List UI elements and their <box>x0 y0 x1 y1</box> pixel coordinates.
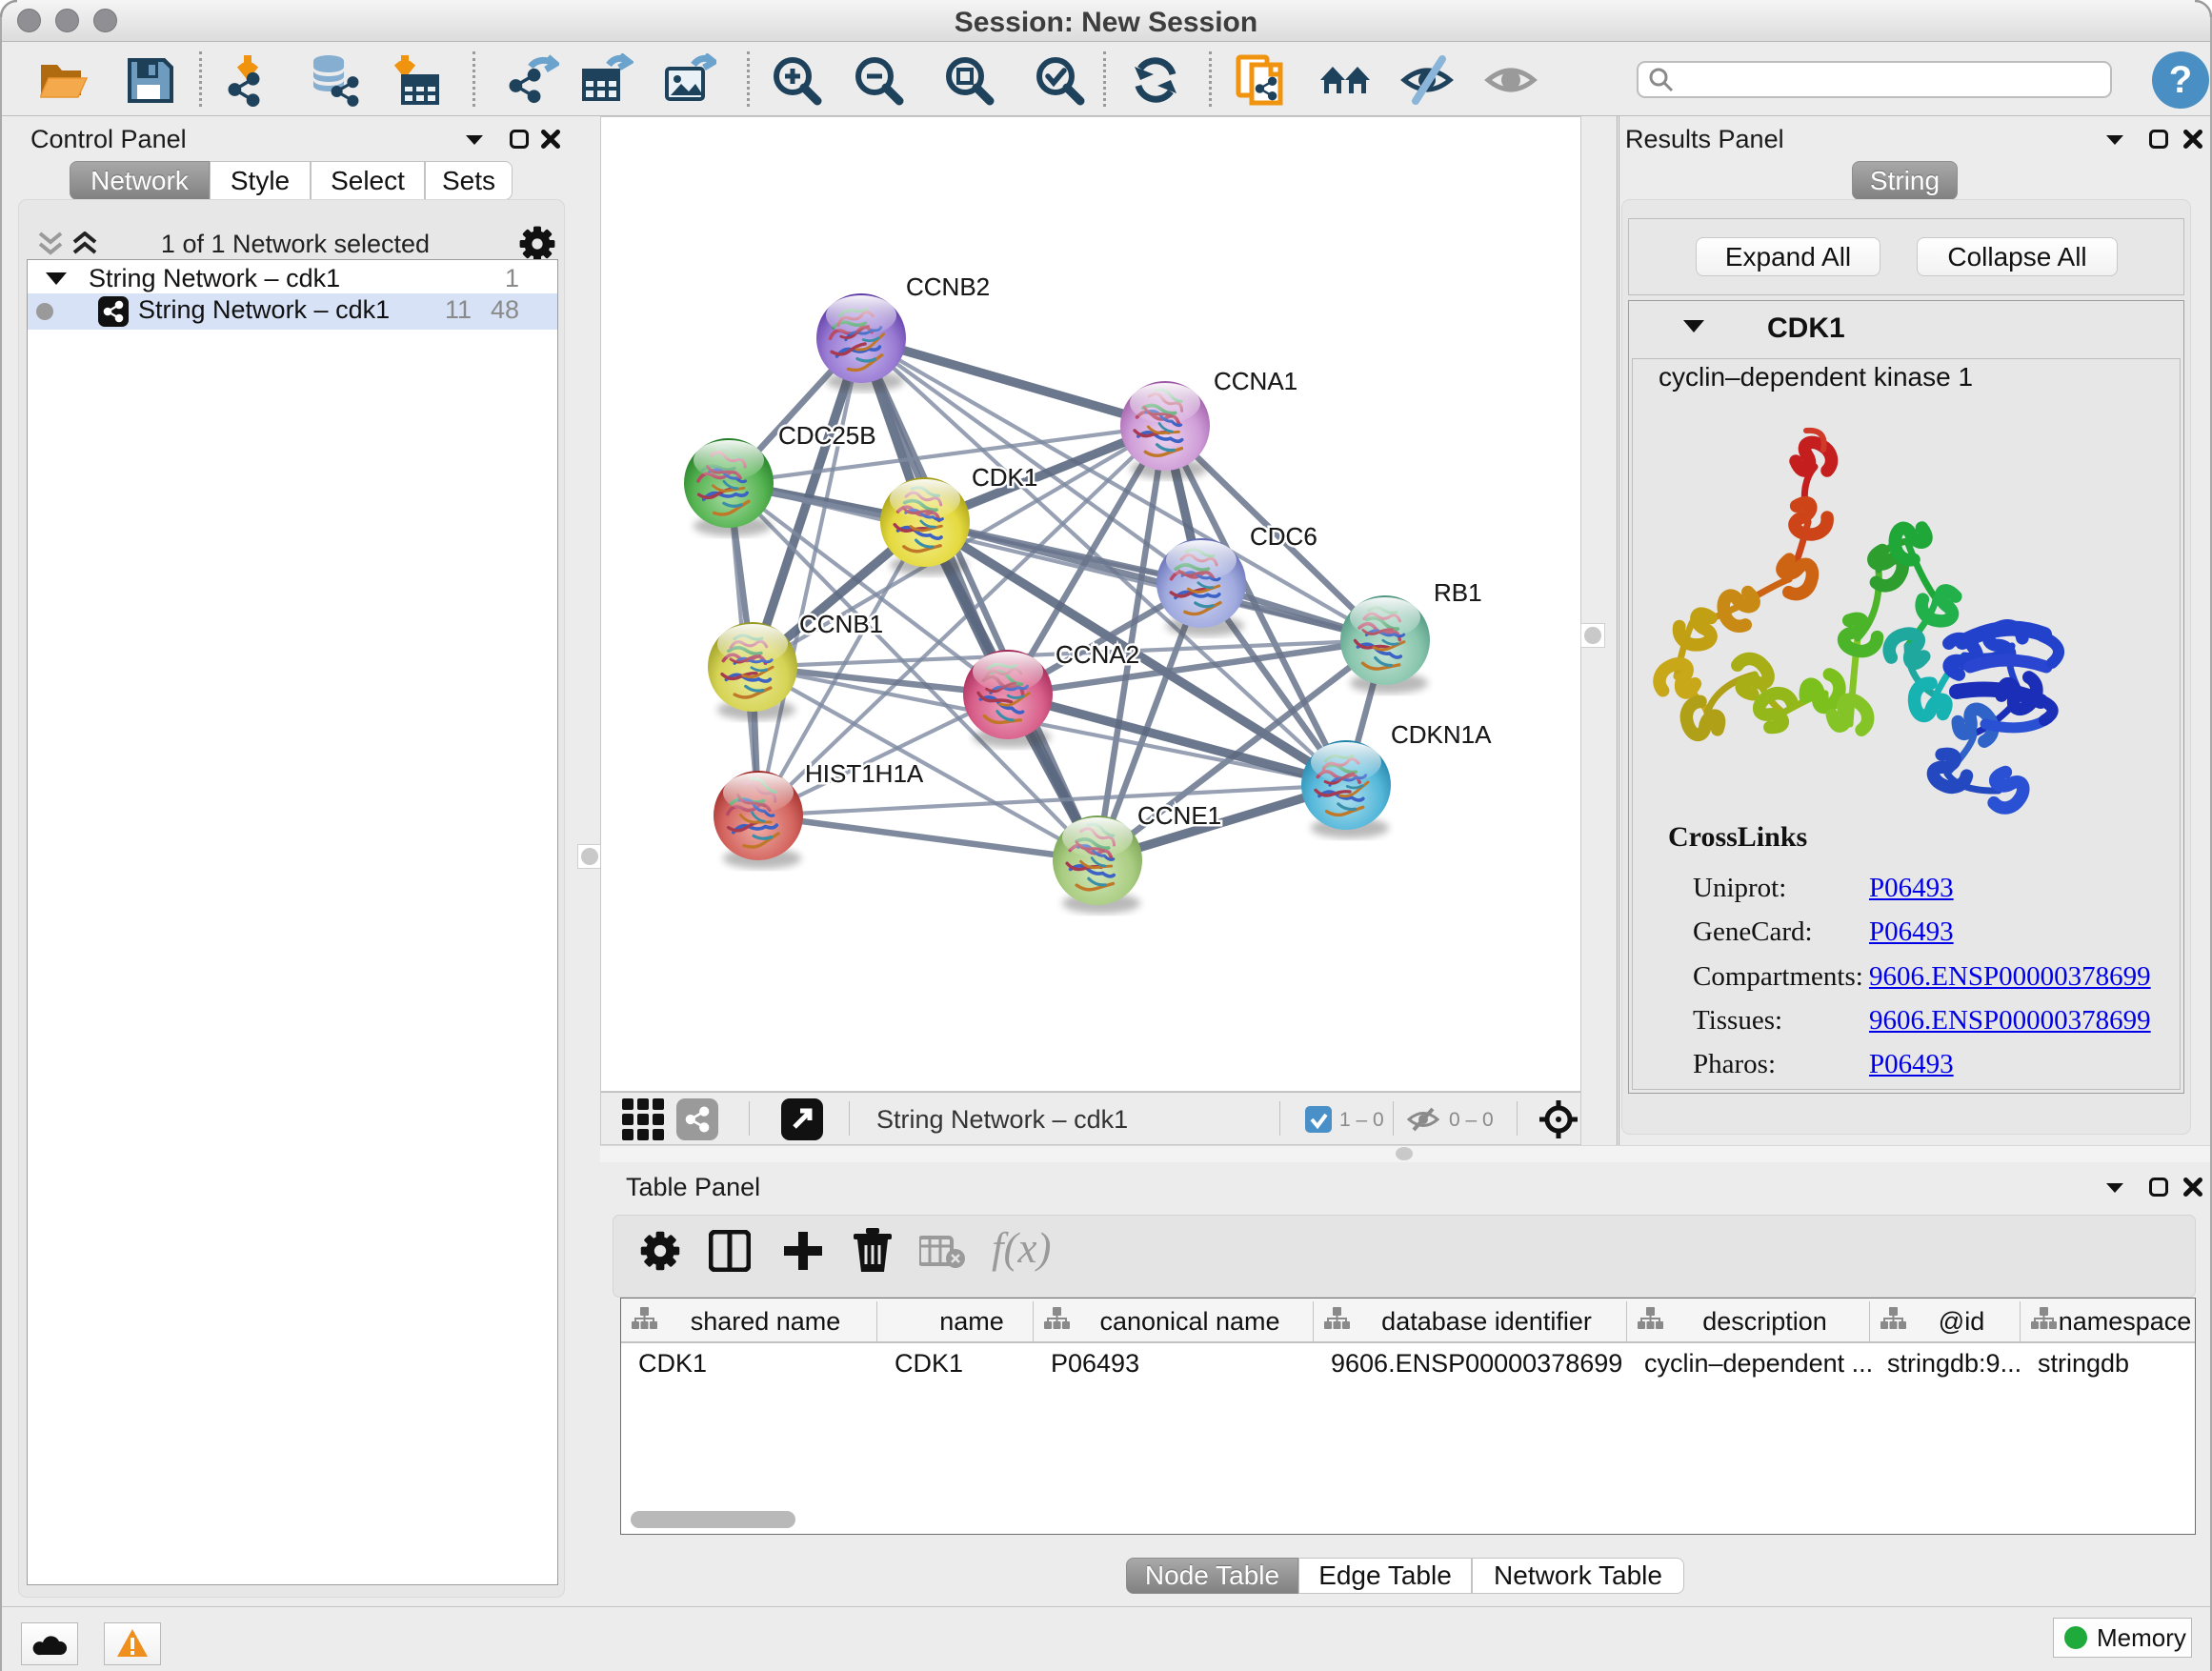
svg-text:CCNB1: CCNB1 <box>799 610 883 638</box>
svg-text:CDKN1A: CDKN1A <box>1391 720 1492 749</box>
svg-text:CCNA2: CCNA2 <box>1056 640 1139 669</box>
svg-text:CDC25B: CDC25B <box>778 421 876 450</box>
svg-text:?: ? <box>2169 59 2192 101</box>
svg-text:RB1: RB1 <box>1434 578 1482 607</box>
svg-text:HIST1H1A: HIST1H1A <box>805 759 924 788</box>
svg-text:CCNB2: CCNB2 <box>906 272 990 301</box>
svg-text:CCNE1: CCNE1 <box>1137 801 1221 830</box>
svg-text:CCNA1: CCNA1 <box>1214 367 1297 395</box>
svg-text:CDK1: CDK1 <box>972 463 1037 492</box>
svg-text:CDC6: CDC6 <box>1250 522 1317 551</box>
